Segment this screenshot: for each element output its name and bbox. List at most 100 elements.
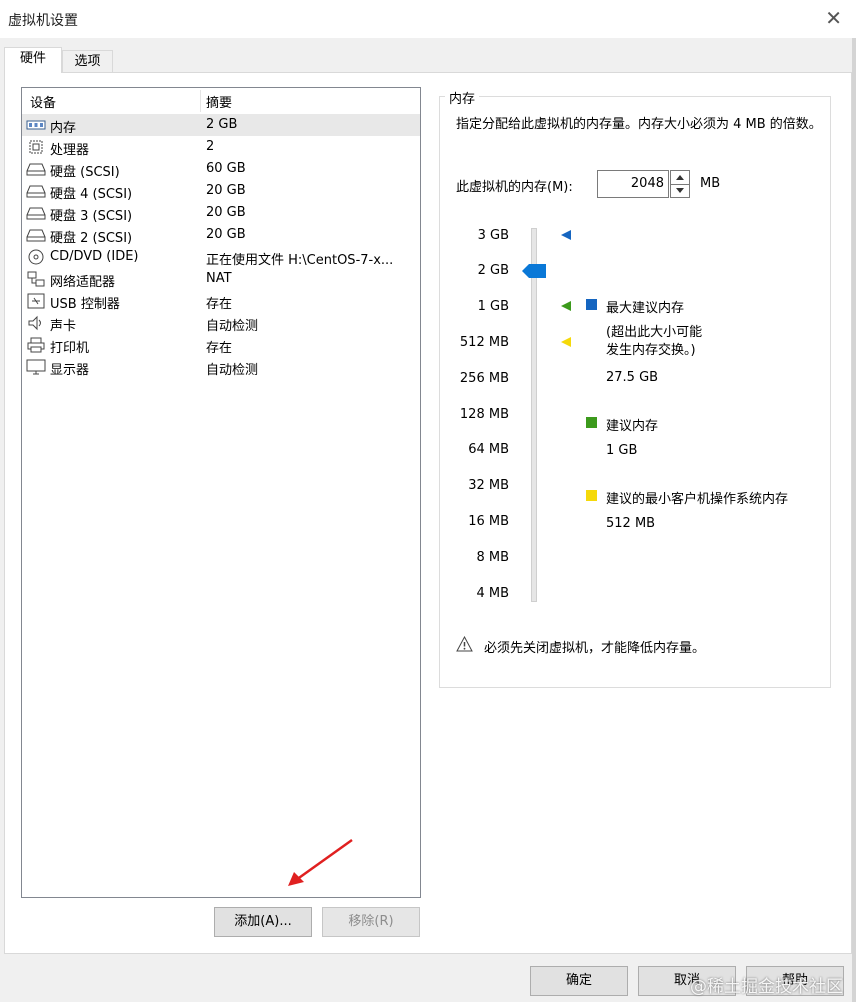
device-summary: 存在 [206,297,233,312]
device-summary: 20 GB [206,227,246,242]
disk-icon [26,163,46,176]
device-summary: 2 [206,139,215,154]
column-header-summary[interactable]: 摘要 [206,92,232,111]
device-name: 打印机 [50,341,90,356]
tab-hardware[interactable]: 硬件 [4,47,62,73]
device-name: 内存 [50,121,77,136]
min-memory-marker-icon [561,337,571,347]
device-name: 声卡 [50,319,77,334]
cpu-icon [29,140,43,154]
scale-tick: 2 GB [477,263,509,278]
memory-spinner[interactable] [670,170,690,198]
red-arrow-annotation [288,838,353,886]
scale-tick: 8 MB [476,550,509,565]
memory-group-title: 内存 [445,88,480,107]
device-list[interactable]: 设备 摘要 内存 2 GB 处理器 2 硬盘 (SCSI) 60 GB 硬盘 4… [21,87,421,898]
device-row-disk-4[interactable]: 硬盘 4 (SCSI) 20 GB [22,180,420,202]
device-row-memory[interactable]: 内存 2 GB [22,114,420,136]
watermark: @稀土掘金技术社区 [690,977,843,997]
memory-icon [26,120,46,130]
device-summary: 20 GB [206,183,246,198]
spin-down-icon[interactable] [671,184,689,197]
device-row-cd-dvd[interactable]: CD/DVD (IDE) 正在使用文件 H:\CentOS-7-x... [22,246,420,268]
memory-field-label: 此虚拟机的内存(M): [456,180,573,195]
spin-up-icon[interactable] [671,171,689,185]
scale-tick: 16 MB [468,514,509,529]
max-memory-note: (超出此大小可能 发生内存交换。) [606,325,703,358]
min-memory-legend-icon [586,490,597,501]
printer-icon [27,337,45,353]
scale-tick: 32 MB [468,478,509,493]
device-row-usb[interactable]: USB 控制器 存在 [22,290,420,312]
device-row-disk-3[interactable]: 硬盘 3 (SCSI) 20 GB [22,202,420,224]
disk-icon [26,185,46,198]
recommended-memory-legend-icon [586,417,597,428]
device-summary: NAT [206,271,232,286]
min-memory-value: 512 MB [606,516,656,531]
device-row-network[interactable]: 网络适配器 NAT [22,268,420,290]
monitor-icon [26,359,46,375]
scale-tick: 256 MB [459,371,509,386]
window-title: 虚拟机设置 [8,13,78,29]
memory-slider-track[interactable] [531,228,537,602]
device-name: 硬盘 (SCSI) [50,165,120,180]
max-memory-value: 27.5 GB [606,370,659,385]
device-name: 处理器 [50,143,90,158]
device-name: 网络适配器 [50,275,116,290]
memory-slider-thumb[interactable] [522,264,546,278]
max-memory-label: 最大建议内存 [606,301,685,316]
device-summary: 存在 [206,341,233,356]
cd-icon [28,249,44,265]
memory-description: 指定分配给此虚拟机的内存量。内存大小必须为 4 MB 的倍数。 [456,117,822,132]
scale-tick: 1 GB [477,299,509,314]
recommended-memory-value: 1 GB [606,443,638,458]
network-icon [27,271,45,287]
scale-tick: 128 MB [459,407,509,422]
window-edge [852,38,856,1002]
device-summary: 20 GB [206,205,246,220]
device-row-display[interactable]: 显示器 自动检测 [22,356,420,378]
scale-tick: 512 MB [459,335,509,350]
add-device-button[interactable]: 添加(A)... [214,907,312,937]
device-name: 硬盘 2 (SCSI) [50,231,133,246]
speaker-icon [28,315,41,331]
min-memory-label: 建议的最小客户机操作系统内存 [606,492,789,507]
column-header-device[interactable]: 设备 [30,92,56,111]
device-name: CD/DVD (IDE) [50,249,139,264]
memory-value: 2048 [630,176,664,191]
recommended-memory-label: 建议内存 [606,419,659,434]
device-name: USB 控制器 [50,297,120,312]
memory-unit: MB [700,176,721,191]
disk-icon [26,207,46,220]
device-row-processor[interactable]: 处理器 2 [22,136,420,158]
device-name: 硬盘 3 (SCSI) [50,209,133,224]
device-summary: 自动检测 [206,319,259,334]
device-summary: 自动检测 [206,363,259,378]
device-row-printer[interactable]: 打印机 存在 [22,334,420,356]
remove-device-button[interactable]: 移除(R) [322,907,420,937]
device-name: 硬盘 4 (SCSI) [50,187,133,202]
recommended-memory-marker-icon [561,301,571,311]
ok-button[interactable]: 确定 [530,966,628,996]
list-header: 设备 摘要 [22,88,420,114]
device-row-sound[interactable]: 声卡 自动检测 [22,312,420,334]
max-memory-legend-icon [586,299,597,310]
warning-icon [456,636,473,652]
scale-tick: 64 MB [468,442,509,457]
close-icon[interactable]: ✕ [825,6,842,30]
device-row-disk-scsi[interactable]: 硬盘 (SCSI) 60 GB [22,158,420,180]
max-memory-marker-icon [561,230,571,240]
device-summary: 正在使用文件 H:\CentOS-7-x... [206,253,394,268]
device-row-disk-2[interactable]: 硬盘 2 (SCSI) 20 GB [22,224,420,246]
warning-text: 必须先关闭虚拟机，才能降低内存量。 [484,641,706,656]
disk-icon [26,229,46,242]
usb-icon [27,293,45,309]
tab-options[interactable]: 选项 [62,50,113,73]
memory-input[interactable]: 2048 [597,170,669,198]
device-summary: 60 GB [206,161,246,176]
device-name: 显示器 [50,363,90,378]
scale-tick: 4 MB [476,586,509,601]
scale-tick: 3 GB [477,228,509,243]
device-summary: 2 GB [206,117,238,132]
title-bar: 虚拟机设置 ✕ [0,0,856,38]
